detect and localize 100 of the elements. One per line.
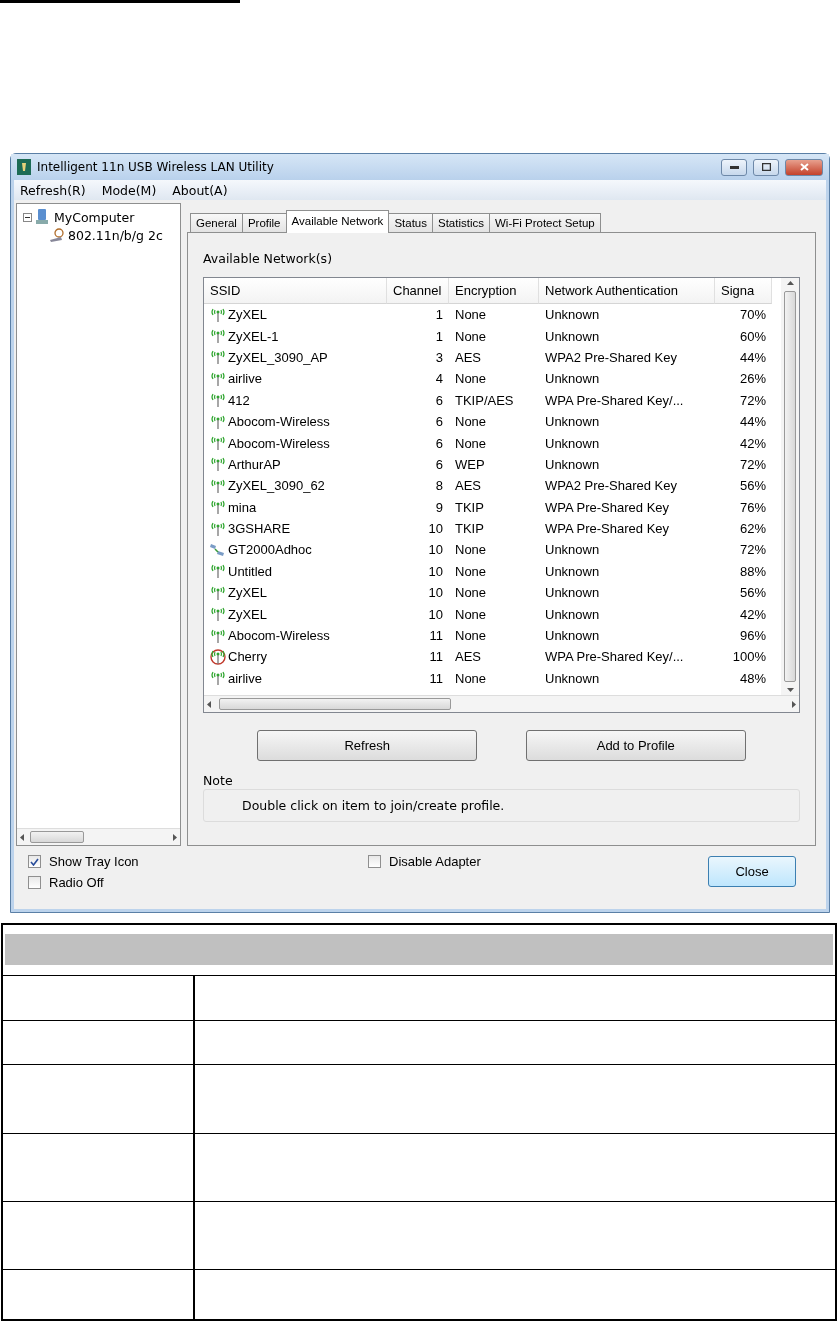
ssid-cell: ZyXEL-1 — [228, 328, 279, 344]
encryption-cell: None — [455, 585, 487, 601]
horizontal-scrollbar[interactable] — [204, 695, 799, 712]
encryption-cell: None — [455, 563, 487, 579]
authentication-cell: WPA Pre-Shared Key/... — [545, 649, 684, 665]
action-button[interactable]: Add to Profile — [525, 730, 746, 761]
signal-cell: 44% — [739, 349, 766, 365]
scrollbar-thumb[interactable] — [30, 831, 84, 843]
signal-cell: 44% — [739, 414, 766, 430]
ssid-cell: 412 — [228, 392, 250, 408]
checkbox[interactable] — [28, 855, 41, 868]
antenna-icon — [210, 520, 226, 537]
ssid-cell: airlive — [228, 670, 262, 686]
tab[interactable]: Available Network — [285, 210, 390, 233]
column-header[interactable]: Signa — [715, 278, 772, 304]
section-label: Available Network(s) — [203, 251, 333, 268]
close-button[interactable]: Close — [708, 856, 796, 887]
channel-cell: 10 — [428, 585, 443, 601]
menu-item[interactable]: Mode(M) — [101, 182, 157, 198]
signal-cell: 56% — [739, 585, 766, 601]
adapter-icon — [49, 228, 65, 242]
tab[interactable]: Wi-Fi Protect Setup — [489, 213, 601, 232]
minimize-icon — [729, 165, 739, 169]
menu-item[interactable]: About(A) — [172, 182, 228, 198]
signal-cell: 48% — [739, 670, 766, 686]
ringed-antenna-icon — [210, 648, 226, 665]
checkbox[interactable] — [28, 876, 41, 889]
column-header[interactable]: Encryption — [449, 278, 539, 304]
tree-item[interactable]: 802.11n/b/g 2c — [68, 227, 163, 243]
antenna-icon — [210, 606, 226, 623]
antenna-icon — [210, 349, 226, 366]
antenna-icon — [210, 392, 226, 409]
tab[interactable]: Status — [388, 213, 433, 232]
column-header[interactable]: SSID — [204, 278, 387, 304]
checkbox-label: Radio Off — [49, 875, 104, 890]
ssid-cell: mina — [228, 499, 257, 515]
channel-cell: 8 — [435, 478, 443, 494]
scroll-up-icon — [786, 281, 794, 285]
minimize-button[interactable] — [721, 158, 747, 176]
authentication-cell: Unknown — [545, 585, 600, 601]
tab[interactable]: General — [190, 213, 243, 232]
menu-item[interactable]: Refresh(R) — [20, 182, 86, 198]
horizontal-scrollbar[interactable] — [17, 828, 180, 845]
encryption-cell: WEP — [455, 456, 485, 472]
tree-item[interactable]: MyComputer — [54, 209, 135, 225]
antenna-icon — [210, 499, 226, 516]
signal-cell: 72% — [739, 542, 766, 558]
encryption-cell: None — [455, 542, 487, 558]
signal-cell: 100% — [732, 649, 766, 665]
authentication-cell: Unknown — [545, 542, 600, 558]
channel-cell: 3 — [435, 349, 443, 365]
authentication-cell: Unknown — [545, 670, 600, 686]
scrollbar-thumb[interactable] — [219, 698, 451, 710]
ssid-cell: 3GSHARE — [228, 521, 291, 537]
signal-cell: 76% — [739, 499, 766, 515]
authentication-cell: Unknown — [545, 307, 600, 323]
close-window-button[interactable] — [785, 158, 823, 176]
scrollbar-thumb[interactable] — [784, 291, 796, 682]
close-icon — [799, 163, 809, 171]
channel-cell: 10 — [428, 563, 443, 579]
ssid-cell: ZyXEL — [228, 606, 267, 622]
antenna-icon — [210, 370, 226, 387]
encryption-cell: None — [455, 606, 487, 622]
checkbox[interactable] — [368, 855, 381, 868]
ssid-cell: Cherry — [228, 649, 267, 665]
antenna-icon — [210, 456, 226, 473]
signal-cell: 88% — [739, 563, 766, 579]
check-icon — [30, 857, 39, 866]
signal-cell: 42% — [739, 606, 766, 622]
channel-cell: 11 — [429, 670, 443, 686]
channel-cell: 10 — [428, 542, 443, 558]
antenna-icon — [210, 584, 226, 601]
checkbox-label: Show Tray Icon — [49, 854, 139, 869]
ssid-cell: ZyXEL — [228, 307, 267, 323]
ssid-cell: ArthurAP — [228, 456, 281, 472]
antenna-icon — [210, 627, 226, 644]
channel-cell: 6 — [435, 435, 443, 451]
encryption-cell: TKIP — [455, 499, 484, 515]
authentication-cell: WPA Pre-Shared Key/... — [545, 392, 684, 408]
ssid-cell: Abocom-Wireless — [228, 414, 330, 430]
ssid-cell: ZyXEL_3090_AP — [228, 349, 328, 365]
antenna-icon — [210, 477, 226, 494]
authentication-cell: Unknown — [545, 435, 600, 451]
column-header[interactable]: Channel — [387, 278, 449, 304]
vertical-scrollbar[interactable] — [781, 278, 799, 695]
maximize-button[interactable] — [753, 158, 779, 176]
column-header[interactable]: Network Authentication — [539, 278, 715, 304]
antenna-icon — [210, 563, 226, 580]
ssid-cell: airlive — [228, 371, 262, 387]
app-icon — [17, 159, 31, 175]
ssid-cell: Abocom-Wireless — [228, 435, 330, 451]
signal-cell: 26% — [739, 371, 766, 387]
tab[interactable]: Statistics — [432, 213, 490, 232]
antenna-icon — [210, 670, 226, 687]
authentication-cell: Unknown — [545, 371, 600, 387]
encryption-cell: AES — [455, 649, 481, 665]
tab[interactable]: Profile — [241, 213, 287, 232]
scroll-left-icon — [20, 833, 24, 841]
action-button[interactable]: Refresh — [257, 730, 478, 761]
scroll-down-icon — [786, 688, 794, 692]
